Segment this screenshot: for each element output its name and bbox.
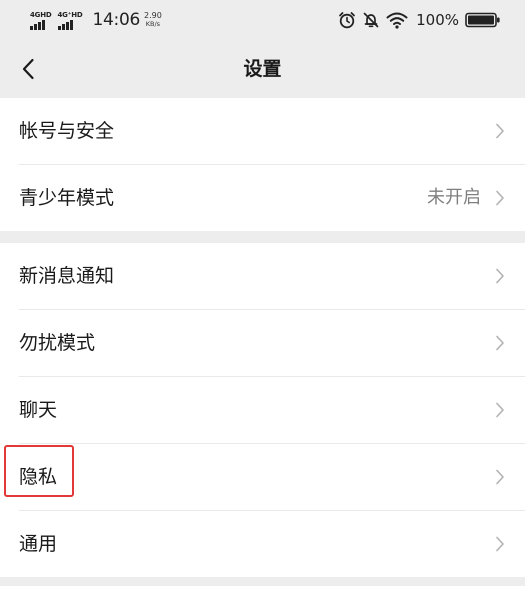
- sim2-network-label: 4G⁺HD: [57, 10, 83, 19]
- status-bar: 4GHD 4G⁺HD 14:06 2.90 KB/s 100%: [0, 0, 525, 40]
- alarm-clock-icon: [338, 11, 356, 29]
- settings-row-privacy[interactable]: 隐私: [0, 444, 525, 510]
- settings-row-label: 勿扰模式: [19, 332, 96, 354]
- chevron-right-icon: [496, 536, 504, 552]
- nav-bar: 设置: [0, 40, 525, 98]
- chevron-right-icon: [496, 123, 504, 139]
- settings-row-label: 隐私: [19, 466, 58, 488]
- chevron-right-icon: [496, 190, 504, 206]
- settings-row-do-not-disturb[interactable]: 勿扰模式: [0, 310, 525, 376]
- network-speed: 2.90 KB/s: [143, 11, 162, 29]
- bell-off-icon: [362, 11, 380, 29]
- chevron-right-icon: [496, 335, 504, 351]
- settings-row-label: 帐号与安全: [19, 120, 115, 142]
- network-speed-unit: KB/s: [145, 20, 161, 28]
- chevron-right-icon: [496, 402, 504, 418]
- settings-row-label: 聊天: [19, 399, 58, 421]
- settings-row-label: 通用: [19, 533, 58, 555]
- settings-row-chat[interactable]: 聊天: [0, 377, 525, 443]
- battery-icon: [465, 12, 501, 28]
- settings-row-general[interactable]: 通用: [0, 511, 525, 577]
- sim2-signal: 4G⁺HD: [57, 10, 83, 30]
- settings-group-general: 新消息通知 勿扰模式 聊天 隐私 通用: [0, 243, 525, 577]
- sim1-network-label: 4GHD: [30, 10, 52, 19]
- back-button[interactable]: [8, 49, 48, 89]
- status-bar-left: 4GHD 4G⁺HD 14:06 2.90 KB/s: [30, 8, 162, 32]
- settings-row-notifications[interactable]: 新消息通知: [0, 243, 525, 309]
- settings-row-label: 新消息通知: [19, 265, 115, 287]
- sim1-signal: 4GHD: [30, 11, 52, 30]
- chevron-left-icon: [21, 58, 35, 80]
- battery-percent: 100%: [416, 11, 459, 29]
- settings-row-teen-mode[interactable]: 青少年模式 未开启: [0, 165, 525, 231]
- settings-row-account-security[interactable]: 帐号与安全: [0, 98, 525, 164]
- network-speed-value: 2.90: [143, 11, 162, 20]
- teen-mode-status: 未开启: [427, 187, 481, 208]
- status-time: 14:06: [92, 10, 140, 30]
- page-title: 设置: [243, 58, 282, 80]
- settings-row-label: 青少年模式: [19, 187, 115, 209]
- settings-group-more: [0, 586, 525, 600]
- signal-bars-icon: [30, 19, 46, 30]
- settings-group-account: 帐号与安全 青少年模式 未开启: [0, 98, 525, 231]
- status-bar-right: 100%: [332, 8, 501, 32]
- chevron-right-icon: [496, 469, 504, 485]
- chevron-right-icon: [496, 268, 504, 284]
- signal-bars-icon: [57, 19, 74, 30]
- wifi-icon: [386, 11, 408, 29]
